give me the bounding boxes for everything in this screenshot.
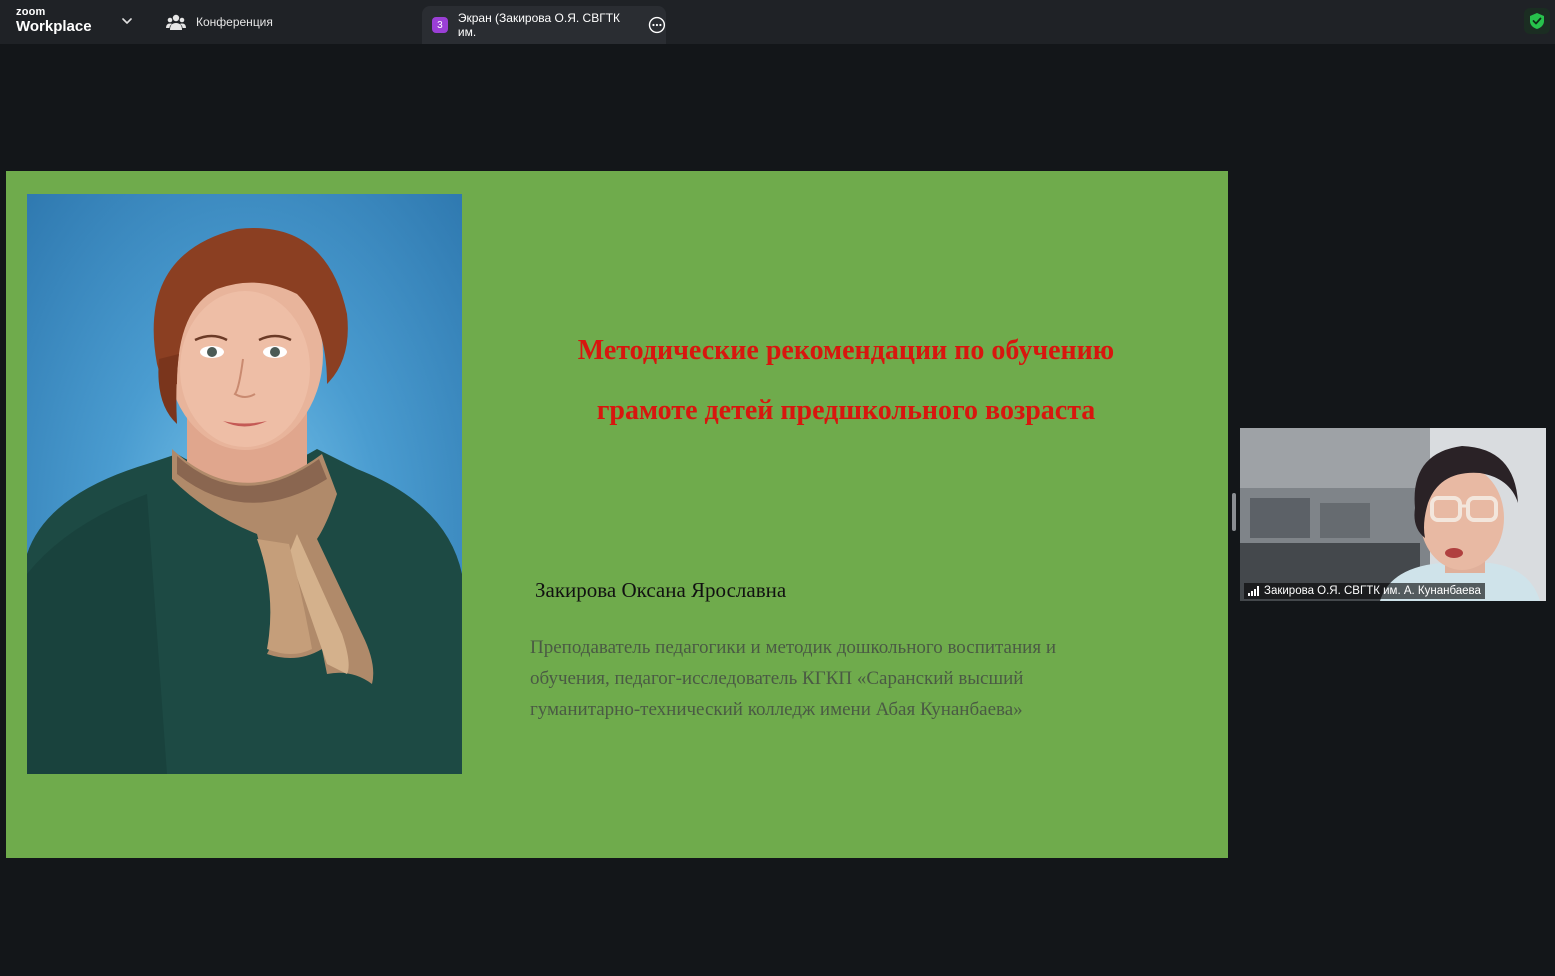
tab-conference[interactable]: Конференция bbox=[166, 0, 273, 44]
author-description-line-1: Преподаватель педагогики и методик дошко… bbox=[530, 637, 1056, 658]
shared-slide: Методические рекомендации по обучению гр… bbox=[6, 171, 1228, 858]
shield-check-icon[interactable] bbox=[1524, 8, 1550, 34]
tab-conference-label: Конференция bbox=[196, 15, 273, 29]
author-description-line-2: обучения, педагог-исследователь КГКП «Са… bbox=[530, 668, 1024, 689]
brand-bottom: Workplace bbox=[16, 18, 92, 35]
participants-icon bbox=[166, 14, 186, 30]
participant-video-feed bbox=[1240, 428, 1546, 601]
top-bar: zoom Workplace Конференция 3 Экран (Заки… bbox=[0, 0, 1555, 44]
zoom-workplace-logo[interactable]: zoom Workplace bbox=[16, 6, 92, 35]
tab-badge: 3 bbox=[432, 17, 448, 33]
participant-name: Закирова О.Я. СВГТК им. А. Кунанбаева bbox=[1264, 585, 1481, 597]
splitter-handle[interactable] bbox=[1232, 493, 1236, 531]
author-description-line-3: гуманитарно-технический колледж имени Аб… bbox=[530, 699, 1023, 720]
tab-screen-label: Экран (Закирова О.Я. СВГТК им. bbox=[457, 11, 621, 39]
brand-top: zoom bbox=[16, 6, 46, 18]
slide-title: Методические рекомендации по обучению гр… bbox=[526, 321, 1166, 441]
signal-strength-icon bbox=[1248, 586, 1259, 596]
chevron-down-icon[interactable] bbox=[120, 14, 134, 28]
tab-screen-share[interactable]: 3 Экран (Закирова О.Я. СВГТК им. bbox=[422, 6, 666, 44]
shield-check-glyph bbox=[1530, 13, 1544, 29]
speaker-portrait-photo bbox=[27, 194, 462, 774]
slide-title-line-2: грамоте детей предшкольного возраста bbox=[596, 395, 1096, 426]
participant-video-tile[interactable]: Закирова О.Я. СВГТК им. А. Кунанбаева bbox=[1240, 428, 1546, 601]
author-description: Преподаватель педагогики и методик дошко… bbox=[530, 632, 1170, 725]
participant-name-label: Закирова О.Я. СВГТК им. А. Кунанбаева bbox=[1244, 583, 1485, 599]
author-name: Закирова Оксана Ярославна bbox=[535, 578, 787, 602]
portrait-illustration bbox=[27, 228, 462, 774]
slide-title-line-1: Методические рекомендации по обучению bbox=[577, 335, 1115, 366]
more-icon[interactable] bbox=[648, 16, 666, 34]
